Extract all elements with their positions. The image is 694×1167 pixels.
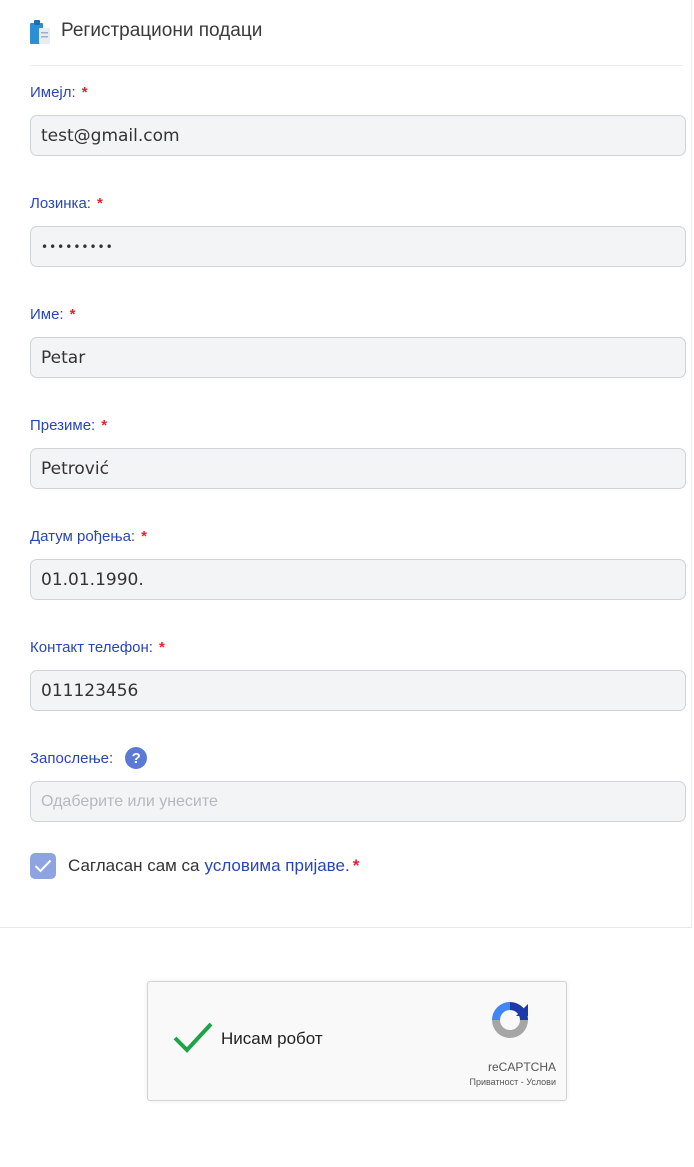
password-field-group: Лозинка: * •••••••••	[30, 193, 686, 267]
birth-date-label: Датум рођења: *	[30, 527, 147, 545]
employment-label: Запослење: ?	[30, 747, 686, 769]
clipboard-icon	[30, 18, 50, 44]
recaptcha-logo-icon	[488, 998, 532, 1047]
recaptcha-widget: Нисам робот reCAPTCHA Приватност - Услов…	[147, 981, 567, 1101]
captcha-links[interactable]: Приватност - Услови	[470, 1077, 557, 1087]
phone-input[interactable]: 011123456	[30, 670, 686, 711]
first-name-label: Име: *	[30, 305, 76, 323]
first-name-input[interactable]: Petar	[30, 337, 686, 378]
email-input[interactable]: test@gmail.com	[30, 115, 686, 156]
required-mark: *	[69, 305, 76, 323]
required-mark: *	[352, 856, 360, 875]
last-name-label: Презиме: *	[30, 416, 108, 434]
first-name-field-group: Име: * Petar	[30, 304, 686, 378]
phone-label: Контакт телефон: *	[30, 638, 165, 656]
required-mark: *	[96, 194, 103, 212]
header-divider	[30, 65, 683, 66]
terms-agreement: Сагласан сам са условима пријаве. *	[30, 853, 359, 879]
required-mark: *	[81, 83, 88, 101]
captcha-checkmark-icon[interactable]	[172, 1020, 214, 1059]
checkmark-icon	[34, 859, 52, 873]
email-label: Имејл: *	[30, 83, 88, 101]
employment-field-group: Запослење: ? Одаберите или унесите	[30, 747, 686, 822]
help-icon[interactable]: ?	[125, 747, 148, 769]
last-name-input[interactable]: Petrović	[30, 448, 686, 489]
email-field-group: Имејл: * test@gmail.com	[30, 82, 686, 156]
phone-field-group: Контакт телефон: * 011123456	[30, 637, 686, 711]
captcha-brand: reCAPTCHA	[487, 1060, 556, 1074]
terms-link[interactable]: условима пријаве.	[205, 856, 350, 876]
registration-card: Регистрациони подаци Имејл: * test@gmail.…	[0, 0, 692, 928]
password-label: Лозинка: *	[30, 194, 103, 212]
captcha-label: Нисам робот	[221, 1029, 323, 1048]
required-mark: *	[158, 638, 165, 656]
birth-date-field-group: Датум рођења: * 01.01.1990.	[30, 526, 686, 600]
last-name-field-group: Презиме: * Petrović	[30, 415, 686, 489]
required-mark: *	[141, 527, 147, 545]
employment-select[interactable]: Одаберите или унесите	[30, 781, 686, 822]
section-header: Регистрациони подаци	[30, 18, 262, 44]
terms-checkbox[interactable]	[30, 853, 56, 879]
birth-date-input[interactable]: 01.01.1990.	[30, 559, 686, 600]
required-mark: *	[101, 416, 108, 434]
section-title: Регистрациони подаци	[61, 20, 263, 41]
terms-text: Сагласан сам са	[68, 856, 200, 875]
password-input[interactable]: •••••••••	[30, 226, 686, 267]
